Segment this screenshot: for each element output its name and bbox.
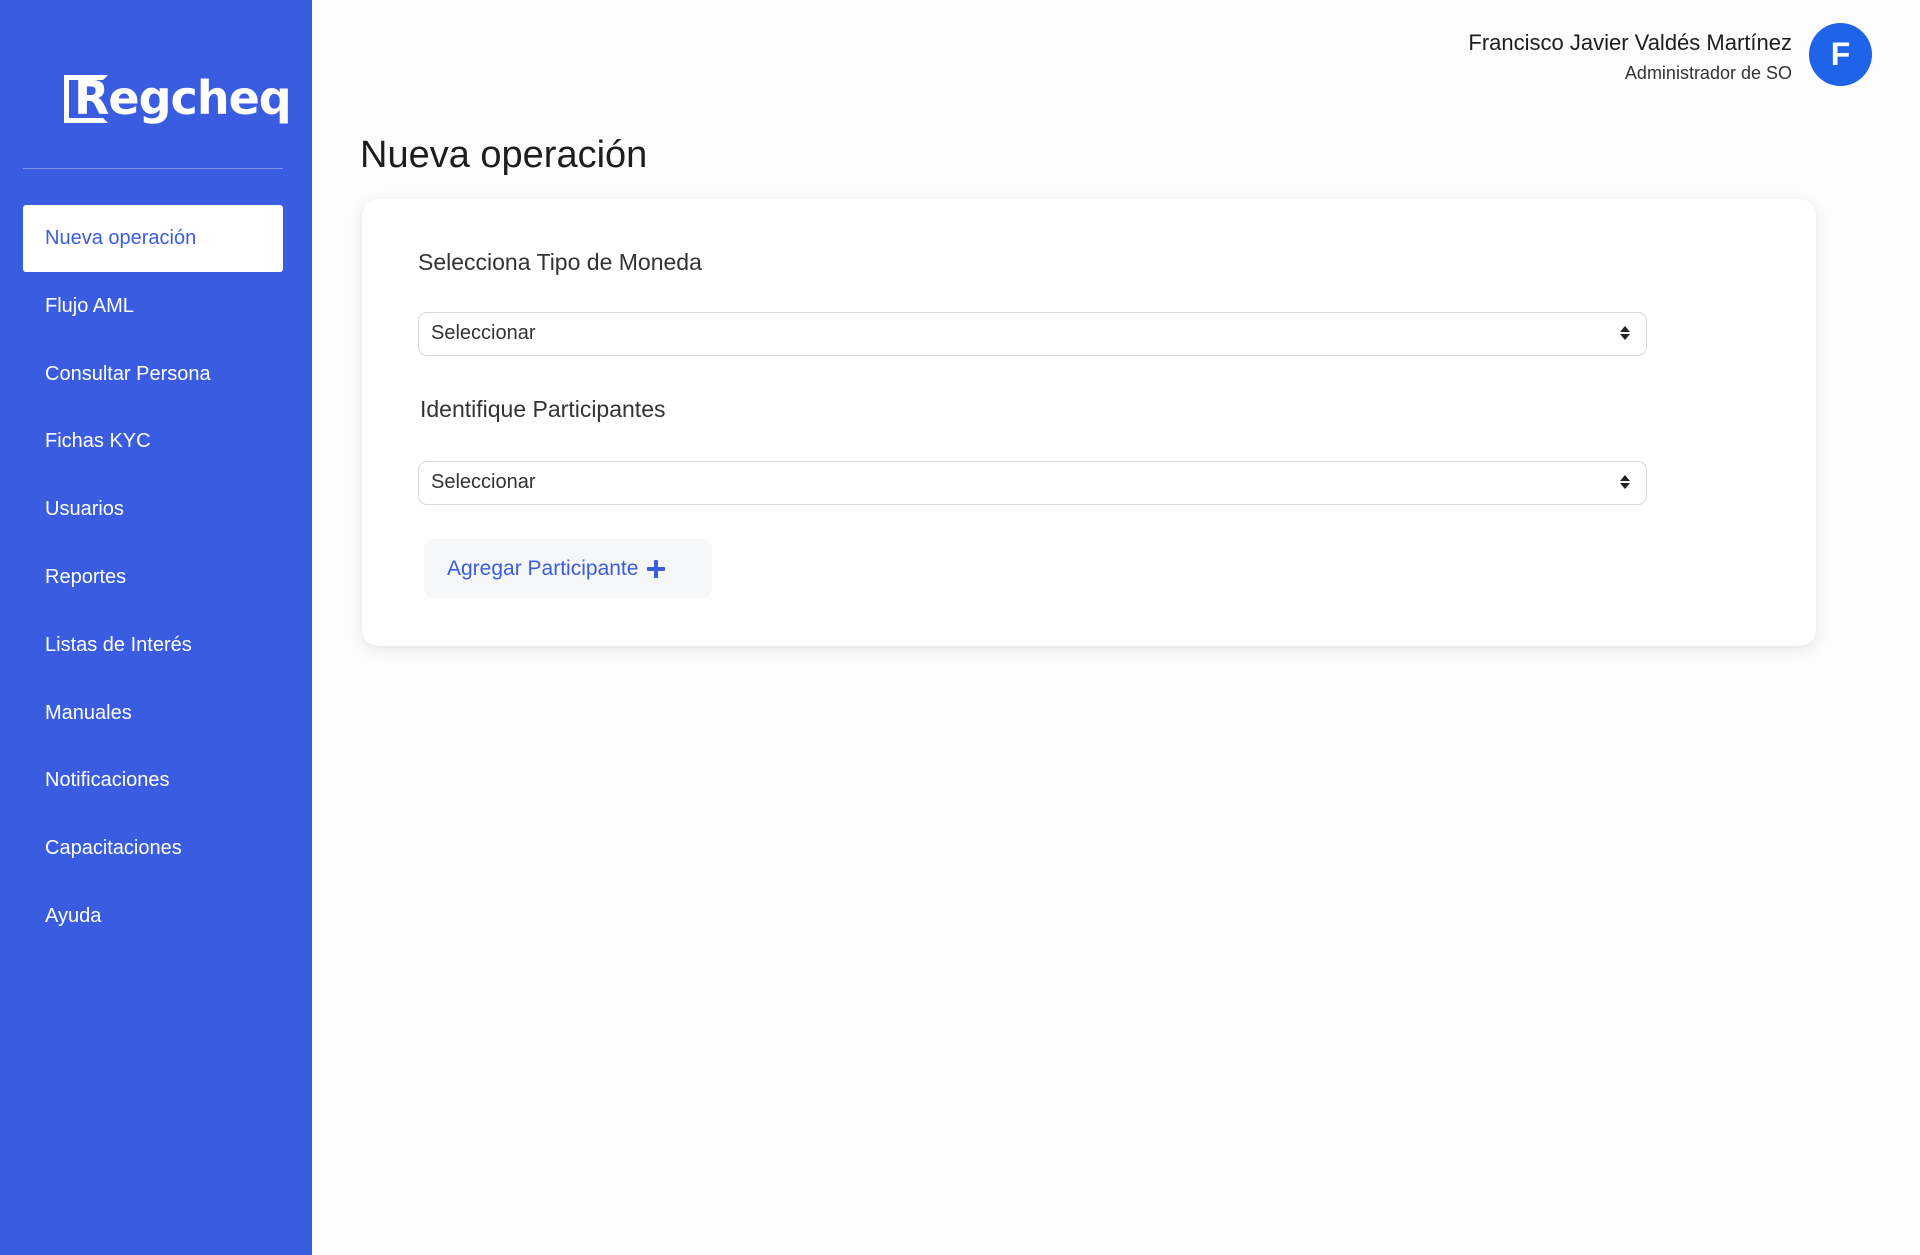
sidebar-item-nueva-operacion[interactable]: Nueva operación — [23, 205, 283, 272]
sidebar-item-listas-de-interes[interactable]: Listas de Interés — [23, 612, 283, 679]
sidebar-item-reportes[interactable]: Reportes — [23, 544, 283, 611]
sidebar-item-consultar-persona[interactable]: Consultar Persona — [23, 341, 283, 408]
user-name: Francisco Javier Valdés Martínez — [1468, 30, 1792, 55]
currency-type-select-value: Seleccionar — [431, 322, 536, 344]
currency-type-select[interactable]: Seleccionar — [418, 312, 1647, 356]
page-title: Nueva operación — [360, 134, 648, 176]
updown-chevron-icon — [1620, 325, 1630, 341]
sidebar-item-flujo-aml[interactable]: Flujo AML — [23, 273, 283, 340]
sidebar-divider — [23, 168, 283, 169]
avatar[interactable]: F — [1809, 23, 1872, 86]
participants-select-value: Seleccionar — [431, 471, 536, 493]
add-participant-label: Agregar Participante — [447, 556, 639, 580]
plus-icon — [647, 559, 666, 578]
sidebar-item-capacitaciones[interactable]: Capacitaciones — [23, 815, 283, 882]
sidebar-item-manuales[interactable]: Manuales — [23, 680, 283, 747]
operation-form-card: Selecciona Tipo de Moneda Seleccionar Id… — [362, 199, 1816, 646]
user-role: Administrador de SO — [1624, 63, 1792, 83]
currency-type-label: Selecciona Tipo de Moneda — [418, 249, 702, 275]
user-info: Francisco Javier Valdés Martínez Adminis… — [1468, 28, 1792, 86]
logo-text: Regcheq — [74, 71, 292, 125]
participants-label: Identifique Participantes — [420, 396, 666, 422]
sidebar-item-fichas-kyc[interactable]: Fichas KYC — [23, 408, 283, 475]
add-participant-button[interactable]: Agregar Participante — [424, 539, 712, 598]
sidebar-item-ayuda[interactable]: Ayuda — [23, 883, 283, 950]
regcheq-logo[interactable]: Regcheq — [64, 71, 292, 130]
sidebar-nav: Nueva operación Flujo AML Consultar Pers… — [23, 205, 283, 951]
sidebar: Regcheq Nueva operación Flujo AML Consul… — [0, 0, 312, 1255]
sidebar-item-usuarios[interactable]: Usuarios — [23, 476, 283, 543]
participants-select[interactable]: Seleccionar — [418, 461, 1647, 505]
sidebar-item-notificaciones[interactable]: Notificaciones — [23, 747, 283, 814]
updown-chevron-icon — [1620, 474, 1630, 490]
